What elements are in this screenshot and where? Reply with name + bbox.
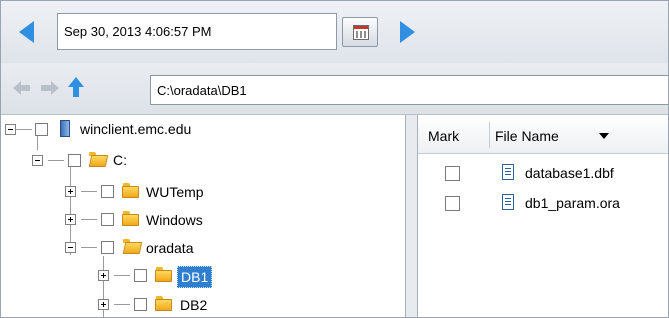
computer-icon: [57, 120, 73, 138]
folder-icon: [155, 267, 173, 282]
node-checkbox[interactable]: [35, 123, 48, 136]
calendar-button[interactable]: [342, 17, 378, 47]
folder-open-icon: [122, 239, 143, 254]
file-name: db1_param.ora: [525, 195, 620, 211]
column-header-mark[interactable]: Mark: [428, 128, 459, 144]
file-list: Mark File Name database1.dbf db1_param.o…: [417, 115, 668, 317]
folder-icon: [155, 296, 173, 311]
expand-toggle[interactable]: [98, 299, 109, 310]
column-header-file-name[interactable]: File Name: [495, 128, 559, 144]
node-checkbox[interactable]: [134, 269, 147, 282]
tree-node-db1[interactable]: DB1: [1, 265, 405, 288]
node-checkbox[interactable]: [101, 241, 114, 254]
back-arrow-icon[interactable]: [13, 81, 31, 95]
backup-browser-window: Sep 30, 2013 4:06:57 PM C:\oradata\DB1 w…: [0, 0, 669, 318]
file-row[interactable]: database1.dbf: [418, 161, 668, 187]
collapse-toggle[interactable]: [32, 155, 43, 166]
up-folder-icon[interactable]: [68, 77, 84, 99]
expand-toggle[interactable]: [65, 214, 76, 225]
date-navigator: Sep 30, 2013 4:06:57 PM: [1, 1, 668, 63]
forward-arrow-icon[interactable]: [41, 81, 59, 95]
node-checkbox[interactable]: [101, 213, 114, 226]
sort-descending-icon[interactable]: [599, 133, 609, 139]
file-mark-checkbox[interactable]: [445, 196, 460, 211]
path-field[interactable]: C:\oradata\DB1: [150, 75, 668, 105]
folder-icon: [122, 183, 140, 198]
tree-node-winclient[interactable]: winclient.emc.edu: [1, 118, 405, 140]
document-icon: [502, 194, 514, 210]
date-time-field[interactable]: Sep 30, 2013 4:06:57 PM: [57, 13, 337, 50]
tree-node-c-drive[interactable]: C:: [1, 149, 405, 171]
tree-node-label: oradata: [146, 240, 194, 256]
file-mark-checkbox[interactable]: [445, 166, 460, 181]
tree-node-windows[interactable]: Windows: [1, 209, 405, 231]
tree-node-wutemp[interactable]: WUTemp: [1, 181, 405, 203]
tree-node-label: C:: [113, 152, 127, 168]
expand-toggle[interactable]: [98, 270, 109, 281]
tree-node-label: WUTemp: [146, 184, 204, 200]
folder-open-icon: [88, 152, 109, 167]
expand-toggle[interactable]: [65, 186, 76, 197]
file-name: database1.dbf: [525, 165, 614, 181]
document-icon: [502, 164, 514, 180]
node-checkbox[interactable]: [134, 298, 147, 311]
tree-node-db2[interactable]: DB2: [1, 294, 405, 316]
file-list-header: Mark File Name: [418, 115, 668, 154]
collapse-toggle[interactable]: [65, 242, 76, 253]
tree-node-oradata[interactable]: oradata: [1, 237, 405, 259]
column-divider[interactable]: [489, 122, 490, 148]
node-checkbox[interactable]: [68, 154, 81, 167]
tree-node-label: winclient.emc.edu: [80, 121, 192, 137]
tree-node-label-selected: DB1: [177, 266, 213, 288]
calendar-icon: [353, 25, 369, 40]
collapse-toggle[interactable]: [5, 124, 16, 135]
next-date-icon[interactable]: [400, 21, 415, 43]
folder-tree: winclient.emc.edu C: WUTemp Windows orad…: [1, 115, 406, 317]
tree-node-label: DB2: [180, 297, 208, 313]
tree-node-label: Windows: [146, 212, 203, 228]
previous-date-icon[interactable]: [19, 21, 34, 43]
file-row[interactable]: db1_param.ora: [418, 191, 668, 217]
path-bar: C:\oradata\DB1: [1, 63, 668, 115]
node-checkbox[interactable]: [101, 185, 114, 198]
folder-icon: [122, 211, 140, 226]
